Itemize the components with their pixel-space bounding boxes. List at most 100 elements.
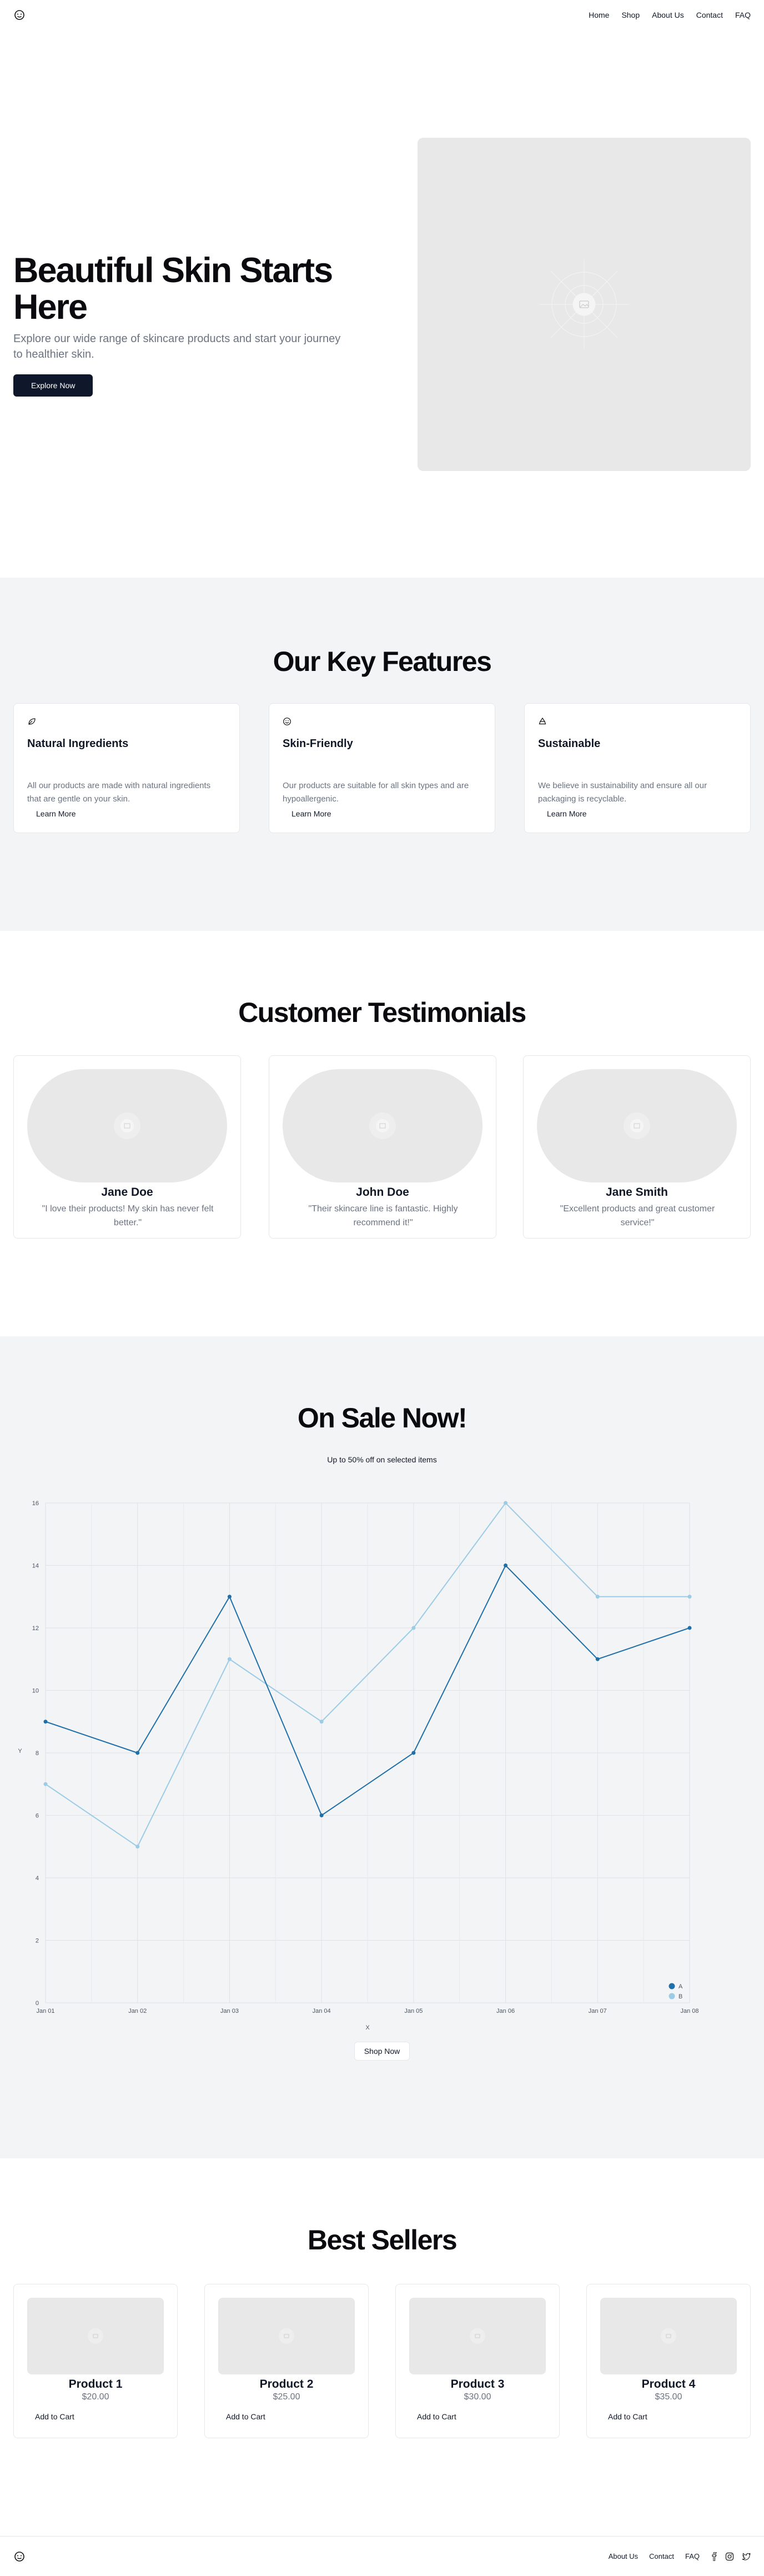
product-image <box>27 2298 164 2374</box>
product-price: $20.00 <box>82 2392 109 2402</box>
product-image <box>409 2298 546 2374</box>
nav-home[interactable]: Home <box>589 11 609 19</box>
testimonial-card: John Doe "Their skincare line is fantast… <box>269 1055 496 1239</box>
add-to-cart-button[interactable]: Add to Cart <box>409 2409 464 2424</box>
x-tick-label: Jan 03 <box>220 2008 239 2014</box>
facebook-icon[interactable] <box>711 2552 717 2561</box>
footer-about-us[interactable]: About Us <box>609 2552 638 2560</box>
site-header: Home Shop About Us Contact FAQ <box>0 0 764 30</box>
y-axis-label: Y <box>18 1748 22 1755</box>
product-image <box>218 2298 355 2374</box>
data-point-A <box>319 1813 324 1817</box>
x-tick-label: Jan 04 <box>313 2008 331 2014</box>
image-placeholder-icon <box>661 2328 676 2344</box>
product-name: Product 4 <box>641 2378 696 2390</box>
feature-card-sustainable: Sustainable We believe in sustainability… <box>524 703 751 833</box>
best-sellers-section: Best Sellers Product 1 $20.00 Add to Car… <box>0 2158 764 2536</box>
x-axis-label: X <box>365 2024 370 2031</box>
y-tick-label: 8 <box>36 1750 39 1757</box>
product-name: Product 3 <box>450 2378 505 2390</box>
product-card[interactable]: Product 2 $25.00 Add to Cart <box>204 2284 369 2438</box>
brand-logo-icon[interactable] <box>13 9 26 21</box>
product-card[interactable]: Product 1 $20.00 Add to Cart <box>13 2284 178 2438</box>
legend-marker-B <box>668 1993 675 1999</box>
testimonial-quote: "Excellent products and great customer s… <box>560 1204 715 1227</box>
testimonial-card: Jane Smith "Excellent products and great… <box>523 1055 751 1239</box>
twitter-icon[interactable] <box>742 2552 751 2561</box>
hero-image-placeholder <box>418 138 751 471</box>
product-card[interactable]: Product 3 $30.00 Add to Cart <box>395 2284 560 2438</box>
data-point-A <box>411 1751 416 1755</box>
feature-card-natural: Natural Ingredients All our products are… <box>13 703 240 833</box>
data-point-A <box>687 1626 692 1630</box>
image-placeholder-icon <box>114 1112 140 1139</box>
feature-text: All our products are made with natural i… <box>27 781 211 804</box>
sale-title: On Sale Now! <box>297 1402 468 1434</box>
data-point-A <box>43 1720 48 1724</box>
best-sellers-title: Best Sellers <box>307 2224 458 2256</box>
feature-title: Natural Ingredients <box>27 738 129 750</box>
data-point-B <box>687 1595 692 1599</box>
product-price: $25.00 <box>273 2392 300 2402</box>
data-point-B <box>135 1845 140 1849</box>
feature-text: Our products are suitable for all skin t… <box>283 781 469 804</box>
nav-contact[interactable]: Contact <box>696 11 723 19</box>
legend-marker-A <box>668 1983 675 1989</box>
feature-title: Skin-Friendly <box>283 738 353 750</box>
nav-about-us[interactable]: About Us <box>652 11 684 19</box>
hero-subtitle: Explore our wide range of skincare produ… <box>13 333 341 361</box>
features-title: Our Key Features <box>273 646 492 677</box>
footer-links: About Us Contact FAQ <box>609 2552 751 2561</box>
x-tick-label: Jan 01 <box>36 2008 54 2014</box>
y-tick-label: 12 <box>32 1625 39 1632</box>
brand-logo-icon[interactable] <box>13 2550 26 2563</box>
add-to-cart-button[interactable]: Add to Cart <box>600 2409 655 2424</box>
smile-icon <box>283 718 291 725</box>
x-tick-label: Jan 05 <box>404 2008 423 2014</box>
feature-title: Sustainable <box>538 738 601 750</box>
y-tick-label: 6 <box>36 1813 39 1820</box>
feature-text: We believe in sustainability and ensure … <box>538 781 707 804</box>
add-to-cart-button[interactable]: Add to Cart <box>27 2409 82 2424</box>
product-name: Product 2 <box>259 2378 314 2390</box>
footer-contact[interactable]: Contact <box>649 2552 674 2560</box>
y-tick-label: 14 <box>32 1563 39 1570</box>
hero-text: Beautiful Skin Starts Here Explore our w… <box>13 252 402 397</box>
shop-now-button[interactable]: Shop Now <box>354 2042 410 2061</box>
nav-shop[interactable]: Shop <box>621 11 640 19</box>
testimonial-name: Jane Doe <box>101 1186 153 1199</box>
footer-faq[interactable]: FAQ <box>685 2552 700 2560</box>
image-placeholder-icon <box>540 260 629 349</box>
data-point-B <box>43 1782 48 1786</box>
product-price: $30.00 <box>464 2392 491 2402</box>
x-tick-label: Jan 02 <box>128 2008 147 2014</box>
instagram-icon[interactable] <box>725 2552 734 2561</box>
recycle-icon <box>539 717 546 725</box>
feature-card-skin-friendly: Skin-Friendly Our products are suitable … <box>269 703 495 833</box>
learn-more-button[interactable]: Learn More <box>27 806 85 821</box>
image-placeholder-icon <box>279 2328 294 2344</box>
testimonial-quote: "I love their products! My skin has neve… <box>42 1204 214 1227</box>
hero-section: Beautiful Skin Starts Here Explore our w… <box>0 30 764 578</box>
data-point-A <box>135 1751 140 1755</box>
avatar <box>537 1069 737 1182</box>
nav-faq[interactable]: FAQ <box>735 11 751 19</box>
testimonial-card: Jane Doe "I love their products! My skin… <box>13 1055 241 1239</box>
explore-now-button[interactable]: Explore Now <box>13 374 93 397</box>
data-point-B <box>411 1626 416 1630</box>
sale-subtitle: Up to 50% off on selected items <box>327 1455 437 1464</box>
social-links <box>711 2552 751 2561</box>
product-price: $35.00 <box>655 2392 682 2402</box>
learn-more-button[interactable]: Learn More <box>283 806 340 821</box>
add-to-cart-button[interactable]: Add to Cart <box>218 2409 273 2424</box>
data-point-A <box>504 1563 508 1567</box>
product-card[interactable]: Product 4 $35.00 Add to Cart <box>586 2284 751 2438</box>
data-point-B <box>227 1657 232 1661</box>
testimonials-section: Customer Testimonials Jane Doe "I love t… <box>0 931 764 1336</box>
product-name: Product 1 <box>68 2378 123 2390</box>
x-tick-label: Jan 06 <box>496 2008 515 2014</box>
features-section: Our Key Features Natural Ingredients All… <box>0 578 764 931</box>
hero-title: Beautiful Skin Starts Here <box>13 251 333 327</box>
learn-more-button[interactable]: Learn More <box>538 806 596 821</box>
testimonials-title: Customer Testimonials <box>238 997 526 1028</box>
